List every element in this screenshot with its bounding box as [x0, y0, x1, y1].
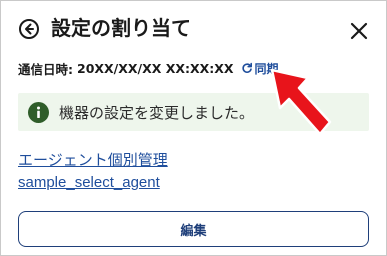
agent-name-link[interactable]: sample_select_agent [18, 174, 160, 191]
info-icon [28, 101, 49, 123]
alert-message: 機器の設定を変更しました。 [59, 103, 255, 122]
close-button[interactable] [347, 19, 371, 43]
edit-button-label: 編集 [180, 223, 207, 239]
agent-management-link[interactable]: エージェント個別管理 [18, 149, 168, 170]
sync-info: 通信日時: 20XX/XX/XX XX:XX:XX 同期 [18, 58, 279, 78]
refresh-icon [241, 62, 252, 73]
close-icon [350, 22, 368, 40]
sync-timestamp: 20XX/XX/XX XX:XX:XX [77, 60, 234, 76]
edit-button[interactable]: 編集 [18, 211, 369, 247]
circle-arrow-left-icon [19, 19, 39, 39]
sync-label: 通信日時: [18, 61, 73, 77]
back-button[interactable] [18, 18, 40, 40]
page-title: 設定の割り当て [51, 16, 191, 40]
annotation-arrow-icon [270, 68, 332, 136]
